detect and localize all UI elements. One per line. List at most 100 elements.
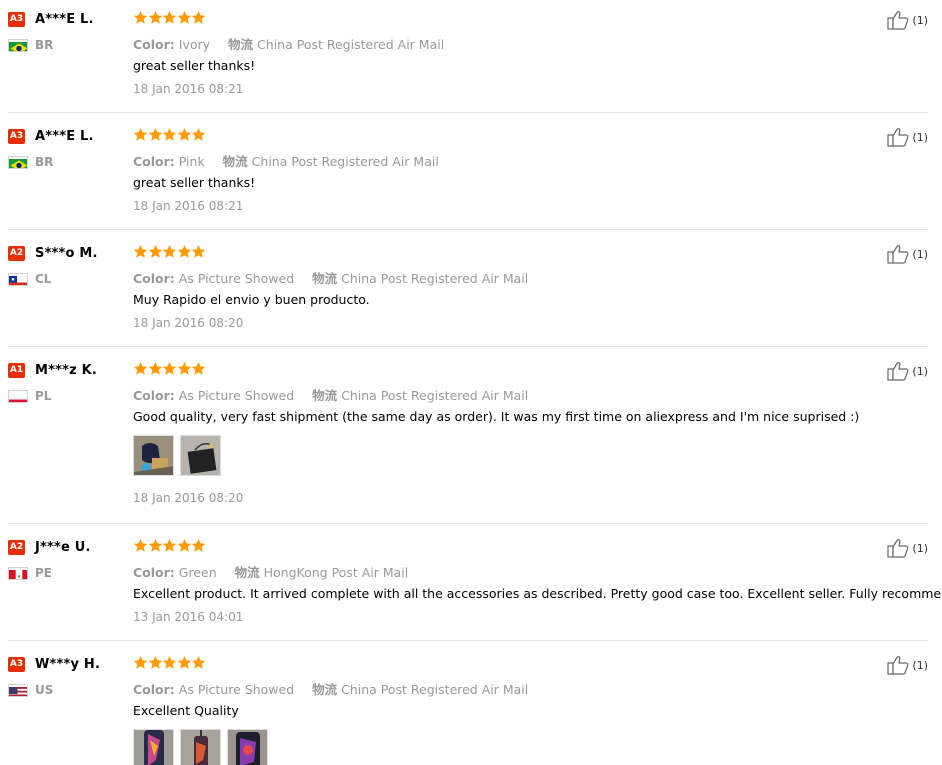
review-content: Color: Pink 物流 China Post Registered Air…	[133, 127, 933, 214]
reviewer-country: BR	[35, 38, 54, 52]
star-icon	[148, 127, 163, 142]
reviewer-country: BR	[35, 155, 54, 169]
brazil-flag-icon	[8, 155, 28, 169]
order-info: Color: Green 物流 HongKong Post Air Mail	[133, 562, 933, 580]
star-rating	[133, 127, 933, 145]
helpful-button[interactable]: (1)	[887, 361, 928, 381]
poland-flag-icon	[8, 389, 28, 403]
helpful-button[interactable]: (1)	[887, 655, 928, 675]
reviewer-name: S***o M.	[35, 245, 98, 261]
order-info: Color: Ivory 物流 China Post Registered Ai…	[133, 34, 933, 52]
chile-flag-icon	[8, 272, 28, 286]
review-date: 18 Jan 2016 08:20	[133, 491, 244, 505]
helpful-count: (1)	[912, 364, 928, 378]
thumbs-up-icon[interactable]	[887, 127, 909, 147]
star-icon	[133, 361, 148, 376]
star-icon	[177, 10, 192, 25]
star-icon	[162, 538, 177, 553]
color-label: Color:	[133, 271, 175, 286]
review-photo-thumbnail[interactable]	[180, 435, 221, 476]
star-icon	[191, 361, 206, 376]
star-icon	[148, 655, 163, 670]
star-icon	[162, 10, 177, 25]
shipping-method: HongKong Post Air Mail	[263, 565, 409, 580]
helpful-button[interactable]: (1)	[887, 244, 928, 264]
color-label: Color:	[133, 682, 175, 697]
order-info: Color: As Picture Showed 物流 China Post R…	[133, 385, 933, 403]
star-icon	[133, 127, 148, 142]
color-label: Color:	[133, 154, 175, 169]
color-label: Color:	[133, 37, 175, 52]
reviewer-info: A3 W***y H. US	[8, 656, 128, 697]
helpful-count: (1)	[912, 541, 928, 555]
star-rating	[133, 10, 933, 28]
star-icon	[133, 538, 148, 553]
review-photo-thumbnail[interactable]	[133, 435, 174, 476]
star-icon	[133, 10, 148, 25]
star-rating	[133, 244, 933, 262]
review-content: Color: As Picture Showed 物流 China Post R…	[133, 244, 933, 331]
color-label: Color:	[133, 565, 175, 580]
review-photo-thumbnail[interactable]	[133, 729, 174, 765]
star-icon	[148, 361, 163, 376]
review-item: A1 M***z K. PL Color: As Picture Showed …	[8, 351, 928, 524]
reviewer-info: A2 J***e U. PE	[8, 539, 128, 580]
helpful-count: (1)	[912, 658, 928, 672]
shipping-method: China Post Registered Air Mail	[257, 37, 445, 52]
star-icon	[191, 127, 206, 142]
review-photo-thumbnail[interactable]	[227, 729, 268, 765]
thumbs-up-icon[interactable]	[887, 10, 909, 30]
reviewer-country: PL	[35, 389, 52, 403]
logistics-label: 物流	[228, 37, 254, 52]
buyer-level-badge: A2	[8, 539, 25, 555]
helpful-count: (1)	[912, 13, 928, 27]
review-text: Excellent product. It arrived complete w…	[133, 586, 942, 601]
buyer-level-badge: A3	[8, 656, 25, 672]
reviewer-name: A***E L.	[35, 128, 94, 144]
star-icon	[148, 538, 163, 553]
color-value: As Picture Showed	[178, 388, 295, 403]
helpful-button[interactable]: (1)	[887, 127, 928, 147]
helpful-button[interactable]: (1)	[887, 538, 928, 558]
review-photos	[133, 435, 933, 477]
star-icon	[162, 127, 177, 142]
order-info: Color: Pink 物流 China Post Registered Air…	[133, 151, 933, 169]
shipping-method: China Post Registered Air Mail	[341, 271, 529, 286]
thumbs-up-icon[interactable]	[887, 244, 909, 264]
order-info: Color: As Picture Showed 物流 China Post R…	[133, 679, 933, 697]
buyer-level-badge: A3	[8, 128, 25, 144]
review-item: A3 A***E L. BR Color: Ivory 物流 China Pos…	[8, 0, 928, 113]
reviewer-name: W***y H.	[35, 656, 101, 672]
reviewer-info: A1 M***z K. PL	[8, 362, 128, 403]
star-icon	[177, 655, 192, 670]
reviewer-name: A***E L.	[35, 11, 94, 27]
logistics-label: 物流	[312, 271, 338, 286]
review-date: 18 Jan 2016 08:20	[133, 316, 244, 330]
helpful-button[interactable]: (1)	[887, 10, 928, 30]
reviewer-country: US	[35, 683, 54, 697]
thumbs-up-icon[interactable]	[887, 361, 909, 381]
buyer-level-badge: A3	[8, 11, 25, 27]
thumbs-up-icon[interactable]	[887, 655, 909, 675]
review-photo-thumbnail[interactable]	[180, 729, 221, 765]
reviewer-country: CL	[35, 272, 52, 286]
color-value: Pink	[178, 154, 205, 169]
logistics-label: 物流	[312, 682, 338, 697]
helpful-count: (1)	[912, 247, 928, 261]
star-icon	[148, 244, 163, 259]
star-rating	[133, 361, 933, 379]
review-item: A3 W***y H. US Color: As Picture Showed …	[8, 645, 928, 765]
order-info: Color: As Picture Showed 物流 China Post R…	[133, 268, 933, 286]
review-content: Color: As Picture Showed 物流 China Post R…	[133, 655, 933, 765]
review-content: Color: As Picture Showed 物流 China Post R…	[133, 361, 933, 506]
star-icon	[133, 655, 148, 670]
color-value: As Picture Showed	[178, 682, 295, 697]
brazil-flag-icon	[8, 38, 28, 52]
review-item: A2 J***e U. PE Color: Green 物流 HongKong …	[8, 528, 942, 641]
shipping-method: China Post Registered Air Mail	[341, 388, 529, 403]
thumbs-up-icon[interactable]	[887, 538, 909, 558]
review-item: A2 S***o M. CL Color: As Picture Showed …	[8, 234, 928, 347]
star-icon	[162, 244, 177, 259]
star-icon	[162, 655, 177, 670]
review-text: Excellent Quality	[133, 703, 239, 718]
